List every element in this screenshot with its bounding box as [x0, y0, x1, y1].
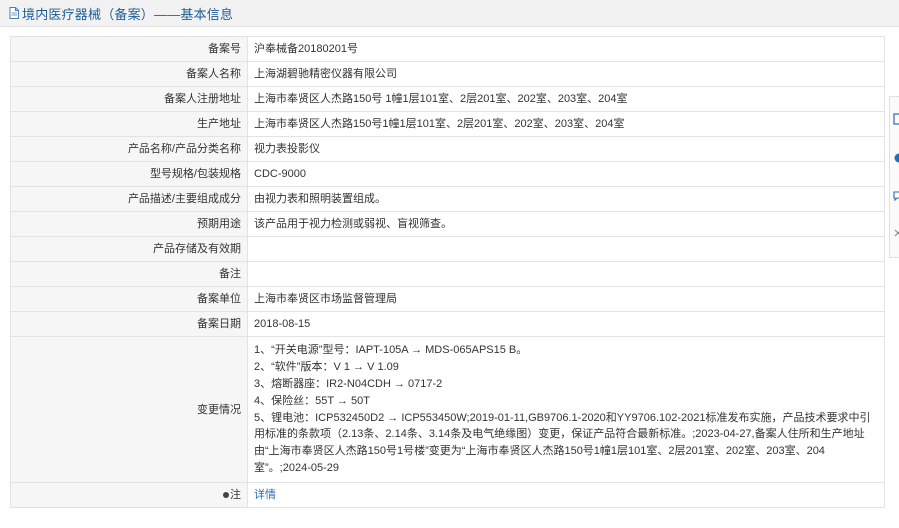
table-row: 生产地址 上海市奉贤区人杰路150号1幢1层101室、2层201室、202室、2… — [10, 111, 885, 137]
row-value: 该产品用于视力检测或弱视、盲视筛查。 — [247, 211, 885, 237]
table-row: 预期用途 该产品用于视力检测或弱视、盲视筛查。 — [10, 211, 885, 237]
circle-icon[interactable] — [893, 152, 899, 164]
row-label: 备案号 — [10, 36, 248, 62]
row-label: 产品存储及有效期 — [10, 236, 248, 262]
page-header: 境内医疗器械（备案）——基本信息 — [0, 0, 899, 27]
table-row: 备案号 沪奉械备20180201号 — [10, 36, 885, 62]
note-label: 注 — [230, 489, 241, 501]
details-link[interactable]: 详情 — [254, 489, 276, 501]
row-value: 视力表投影仪 — [247, 136, 885, 162]
change-item: 4、保险丝：55T → 50T — [254, 394, 370, 407]
row-label: 备案人名称 — [10, 61, 248, 87]
table-row-changes: 变更情况 1、“开关电源”型号：IAPT-105A → MDS-065APS15… — [10, 336, 885, 483]
row-label: 备案单位 — [10, 286, 248, 312]
row-value: 详情 — [247, 482, 885, 508]
row-label: 生产地址 — [10, 111, 248, 137]
row-label: 产品名称/产品分类名称 — [10, 136, 248, 162]
page-title: 境内医疗器械（备案）——基本信息 — [22, 6, 234, 22]
info-table: 备案号 沪奉械备20180201号 备案人名称 上海湖碧驰精密仪器有限公司 备案… — [10, 36, 885, 508]
row-value: 由视力表和照明装置组成。 — [247, 186, 885, 212]
row-label-note: 注 — [10, 482, 248, 508]
row-value: 上海市奉贤区市场监督管理局 — [247, 286, 885, 312]
row-label: 备案日期 — [10, 311, 248, 337]
pin-icon — [223, 492, 229, 499]
row-value: 上海市奉贤区人杰路150号 1幢1层101室、2层201室、202室、203室、… — [247, 86, 885, 112]
table-row-note: 注 详情 — [10, 482, 885, 508]
change-item: 1、“开关电源”型号：IAPT-105A → MDS-065APS15 B。 — [254, 344, 528, 357]
change-item: 5、锂电池：ICP532450D2 → ICP553450W;2019-01-1… — [254, 411, 871, 474]
row-value: 2018-08-15 — [247, 311, 885, 337]
table-row: 备案人名称 上海湖碧驰精密仪器有限公司 — [10, 61, 885, 87]
row-value — [247, 236, 885, 262]
change-item: 2、“软件”版本：V 1 → V 1.09 — [254, 361, 399, 374]
side-toolbar — [889, 96, 899, 258]
row-label: 产品描述/主要组成成分 — [10, 186, 248, 212]
row-label: 变更情况 — [10, 336, 248, 483]
row-label: 预期用途 — [10, 211, 248, 237]
row-value: 沪奉械备20180201号 — [247, 36, 885, 62]
row-label: 备案人注册地址 — [10, 86, 248, 112]
more-icon[interactable] — [893, 227, 899, 239]
document-icon — [9, 7, 19, 19]
table-row: 备案日期 2018-08-15 — [10, 311, 885, 337]
row-value — [247, 261, 885, 287]
row-value: CDC-9000 — [247, 161, 885, 187]
table-row: 产品名称/产品分类名称 视力表投影仪 — [10, 136, 885, 162]
chat-icon[interactable] — [893, 190, 899, 202]
document-icon[interactable] — [893, 113, 899, 125]
table-row: 型号规格/包装规格 CDC-9000 — [10, 161, 885, 187]
changes-value: 1、“开关电源”型号：IAPT-105A → MDS-065APS15 B。 2… — [247, 336, 885, 483]
row-value: 上海市奉贤区人杰路150号1幢1层101室、2层201室、202室、203室、2… — [247, 111, 885, 137]
row-label: 备注 — [10, 261, 248, 287]
table-row: 产品存储及有效期 — [10, 236, 885, 262]
row-label: 型号规格/包装规格 — [10, 161, 248, 187]
table-row: 备案单位 上海市奉贤区市场监督管理局 — [10, 286, 885, 312]
row-value: 上海湖碧驰精密仪器有限公司 — [247, 61, 885, 87]
change-item: 3、熔断器座：IR2-N04CDH → 0717-2 — [254, 377, 443, 390]
table-row: 备案人注册地址 上海市奉贤区人杰路150号 1幢1层101室、2层201室、20… — [10, 86, 885, 112]
table-row: 备注 — [10, 261, 885, 287]
table-row: 产品描述/主要组成成分 由视力表和照明装置组成。 — [10, 186, 885, 212]
